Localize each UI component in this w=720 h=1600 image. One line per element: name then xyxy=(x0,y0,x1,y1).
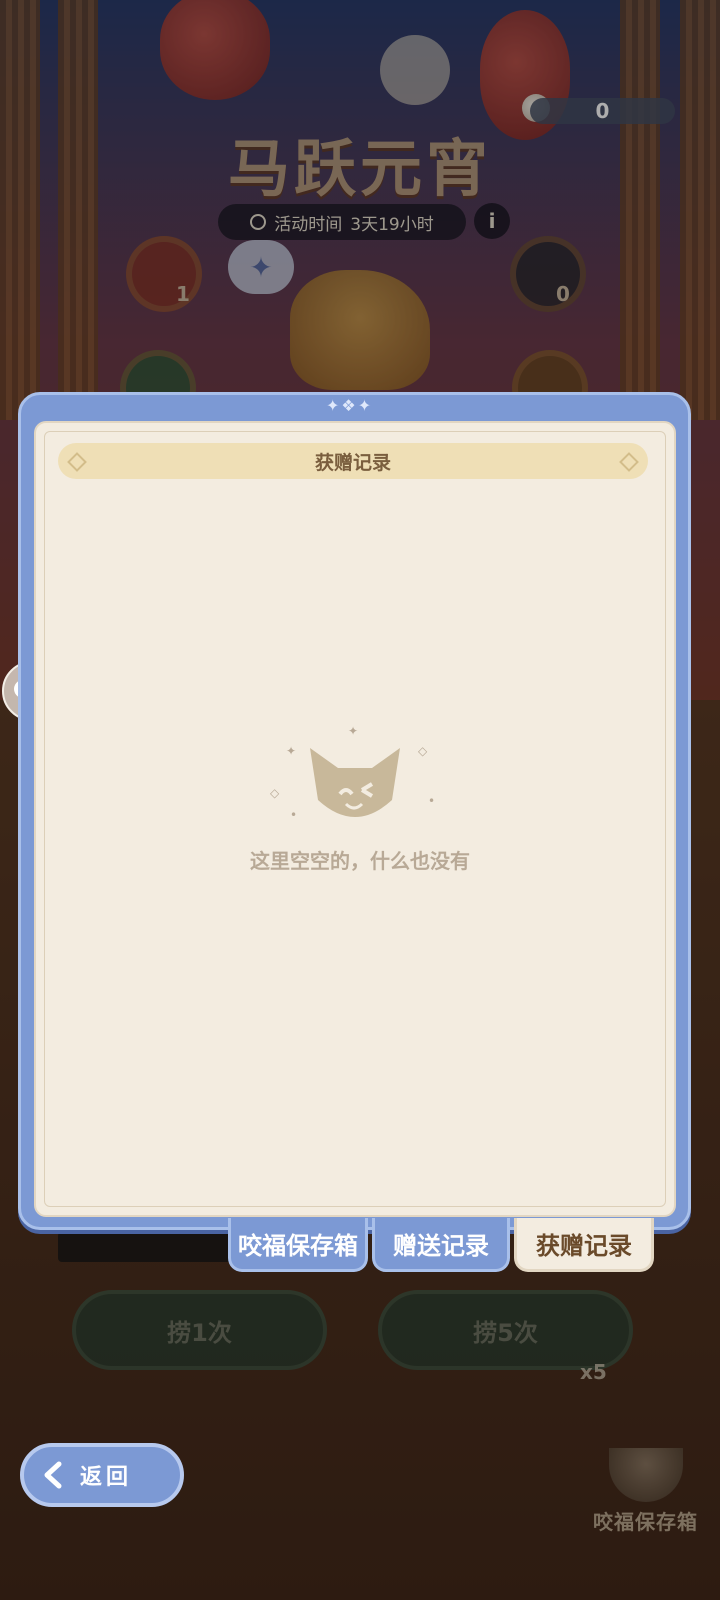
tab-savebox-label: 咬福保存箱 xyxy=(238,1232,358,1260)
tab-received-records-label: 获赠记录 xyxy=(536,1232,632,1260)
header-diamond-right xyxy=(619,452,639,472)
empty-fox-icon xyxy=(310,748,400,817)
header-diamond-left xyxy=(67,452,87,472)
sparkle-icon: ◇ xyxy=(418,744,428,758)
records-header: 获赠记录 xyxy=(58,443,648,479)
tab-sent-records-label: 赠送记录 xyxy=(393,1232,489,1260)
records-header-title: 获赠记录 xyxy=(314,451,391,474)
back-label: 返回 xyxy=(80,1465,133,1490)
tab-sent-records[interactable]: 赠送记录 xyxy=(372,1218,510,1272)
tab-savebox[interactable]: 咬福保存箱 xyxy=(228,1218,368,1272)
sparkle-icon: ✦ xyxy=(348,724,359,738)
sparkle-icon: ◇ xyxy=(270,786,280,800)
empty-state-message: 这里空空的，什么也没有 xyxy=(250,849,470,873)
back-button[interactable]: 返回 xyxy=(20,1443,184,1507)
tab-received-records[interactable]: 获赠记录 xyxy=(514,1218,654,1272)
sparkle-icon: • xyxy=(428,794,436,808)
back-arrow-icon xyxy=(38,1459,70,1491)
sparkle-icon: ✦ xyxy=(286,744,297,758)
sparkle-icon: • xyxy=(290,808,298,822)
modal-top-ornament: ✦❖✦ xyxy=(326,396,374,415)
